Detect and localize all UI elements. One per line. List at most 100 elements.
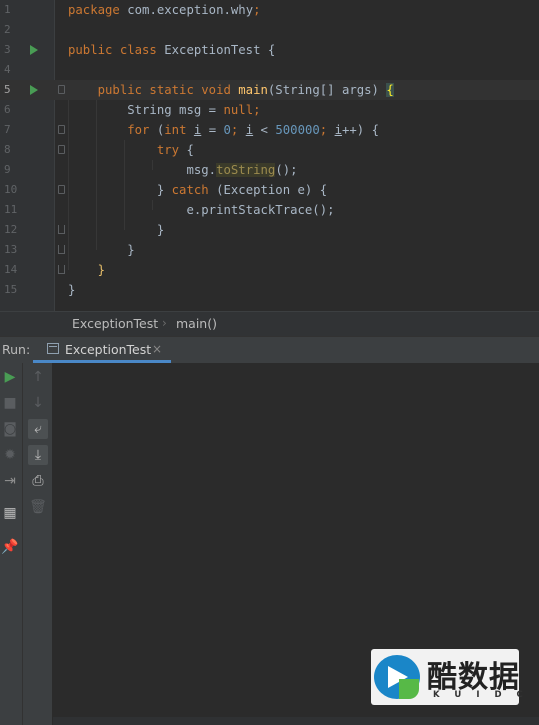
- pin-icon[interactable]: 📌: [0, 537, 20, 557]
- code-token: msg.: [68, 163, 217, 177]
- code-token: main: [238, 83, 268, 97]
- line-number: 14: [4, 263, 18, 276]
- indent-guide: [152, 200, 153, 210]
- code-line[interactable]: 14 }: [0, 260, 539, 280]
- code-token: }: [68, 183, 172, 197]
- code-token: ;: [253, 103, 261, 117]
- code-line[interactable]: 3 public class ExceptionTest {: [0, 40, 539, 60]
- scroll-to-end-icon[interactable]: ⤓: [28, 445, 48, 465]
- line-number: 6: [4, 103, 11, 116]
- run-tool-window-header: Run: ExceptionTest ×: [0, 336, 539, 364]
- line-number: 4: [4, 63, 11, 76]
- code-token: ();: [275, 163, 298, 177]
- code-line[interactable]: 4: [0, 60, 539, 80]
- run-tab-label: ExceptionTest: [65, 342, 152, 357]
- code-token: }: [97, 263, 106, 277]
- breadcrumb: ExceptionTest › main(): [0, 311, 539, 337]
- code-token: com.exception.why: [127, 3, 254, 17]
- code-token: public class: [68, 43, 165, 57]
- camera-icon[interactable]: ◙: [0, 419, 20, 439]
- line-number: 8: [4, 143, 11, 156]
- code-editor[interactable]: 1 package com.exception.why; 2 3 public clas…: [0, 0, 539, 311]
- code-token: {: [186, 143, 194, 157]
- trash-icon[interactable]: 🗑: [28, 497, 48, 517]
- line-number: 11: [4, 203, 18, 216]
- breadcrumb-method[interactable]: main(): [176, 316, 217, 331]
- print-icon[interactable]: ⎙: [28, 471, 48, 491]
- code-token: 500000: [275, 123, 320, 137]
- logo-text-en: KUIDC: [433, 690, 538, 700]
- fold-icon[interactable]: [58, 145, 65, 154]
- code-token: (Exception e) {: [216, 183, 328, 197]
- code-line[interactable]: 7 for (int i = 0; i < 500000; i++) {: [0, 120, 539, 140]
- fold-icon[interactable]: [58, 85, 65, 94]
- line-number: 1: [4, 3, 11, 16]
- close-icon[interactable]: ×: [152, 342, 162, 356]
- fold-end-icon[interactable]: [58, 245, 65, 254]
- run-gutter-icon[interactable]: [30, 85, 38, 95]
- arrow-up-icon[interactable]: ↑: [28, 367, 48, 387]
- code-line[interactable]: 2: [0, 20, 539, 40]
- code-line[interactable]: 11 e.printStackTrace();: [0, 200, 539, 220]
- code-text: }: [68, 223, 164, 237]
- fold-end-icon[interactable]: [58, 265, 65, 274]
- horizontal-scrollbar[interactable]: [53, 717, 539, 725]
- code-token: ;: [253, 3, 261, 17]
- fold-icon[interactable]: [58, 185, 65, 194]
- code-token: null: [223, 103, 254, 117]
- code-token: e.printStackTrace();: [68, 203, 335, 217]
- code-text: }: [68, 243, 135, 257]
- code-token: ;: [230, 123, 246, 137]
- code-line[interactable]: 1 package com.exception.why;: [0, 0, 539, 20]
- code-token: String msg =: [68, 103, 224, 117]
- code-line[interactable]: 15}: [0, 280, 539, 300]
- line-number: 12: [4, 223, 18, 236]
- layout-icon[interactable]: ▦: [0, 503, 20, 523]
- code-text: public static void main(String[] args) {: [68, 83, 394, 97]
- line-number: 13: [4, 243, 18, 256]
- soft-wrap-icon[interactable]: ⤶: [28, 419, 48, 439]
- run-toolbar-right: ↑ ↓ ⤶ ⤓ ⎙ 🗑: [23, 363, 53, 725]
- run-icon[interactable]: ▶: [0, 367, 20, 387]
- code-line[interactable]: 12 }: [0, 220, 539, 240]
- code-text: try {: [68, 143, 194, 157]
- breadcrumb-separator: ›: [162, 316, 167, 330]
- code-line[interactable]: 10 } catch (Exception e) {: [0, 180, 539, 200]
- code-line[interactable]: 8 try {: [0, 140, 539, 160]
- run-toolbar-left: ▶ ■ ◙ ✹ ⇥ ▦ 📌: [0, 363, 23, 725]
- code-text: } catch (Exception e) {: [68, 183, 327, 197]
- code-token: package: [68, 3, 128, 17]
- bug-settings-icon[interactable]: ✹: [0, 445, 20, 465]
- stop-icon[interactable]: ■: [0, 393, 20, 413]
- exit-icon[interactable]: ⇥: [0, 471, 20, 491]
- arrow-down-icon[interactable]: ↓: [28, 393, 48, 413]
- code-token: public static void: [68, 83, 239, 97]
- code-token: 0: [223, 123, 231, 137]
- code-line[interactable]: 9 msg.toString();: [0, 160, 539, 180]
- code-token: {: [386, 83, 394, 97]
- logo-accent: [399, 679, 419, 699]
- fold-end-icon[interactable]: [58, 225, 65, 234]
- code-text: }: [68, 263, 105, 277]
- code-token: i: [334, 123, 342, 137]
- console-icon: [47, 343, 59, 354]
- indent-guide: [124, 140, 125, 230]
- code-token: }: [68, 243, 135, 257]
- code-token: for: [127, 123, 157, 137]
- code-text: public class ExceptionTest {: [68, 43, 275, 57]
- code-line[interactable]: 5 public static void main(String[] args)…: [0, 80, 539, 100]
- breadcrumb-class[interactable]: ExceptionTest: [72, 316, 158, 331]
- tab-exception-test[interactable]: ExceptionTest ×: [33, 337, 171, 363]
- indent-guide: [96, 100, 97, 250]
- indent-guide: [152, 160, 153, 170]
- code-text: e.printStackTrace();: [68, 203, 335, 217]
- run-gutter-icon[interactable]: [30, 45, 38, 55]
- code-line[interactable]: 13 }: [0, 240, 539, 260]
- code-token: try: [156, 143, 187, 157]
- code-token: }: [68, 283, 76, 297]
- code-line[interactable]: 6 String msg = null;: [0, 100, 539, 120]
- fold-icon[interactable]: [58, 125, 65, 134]
